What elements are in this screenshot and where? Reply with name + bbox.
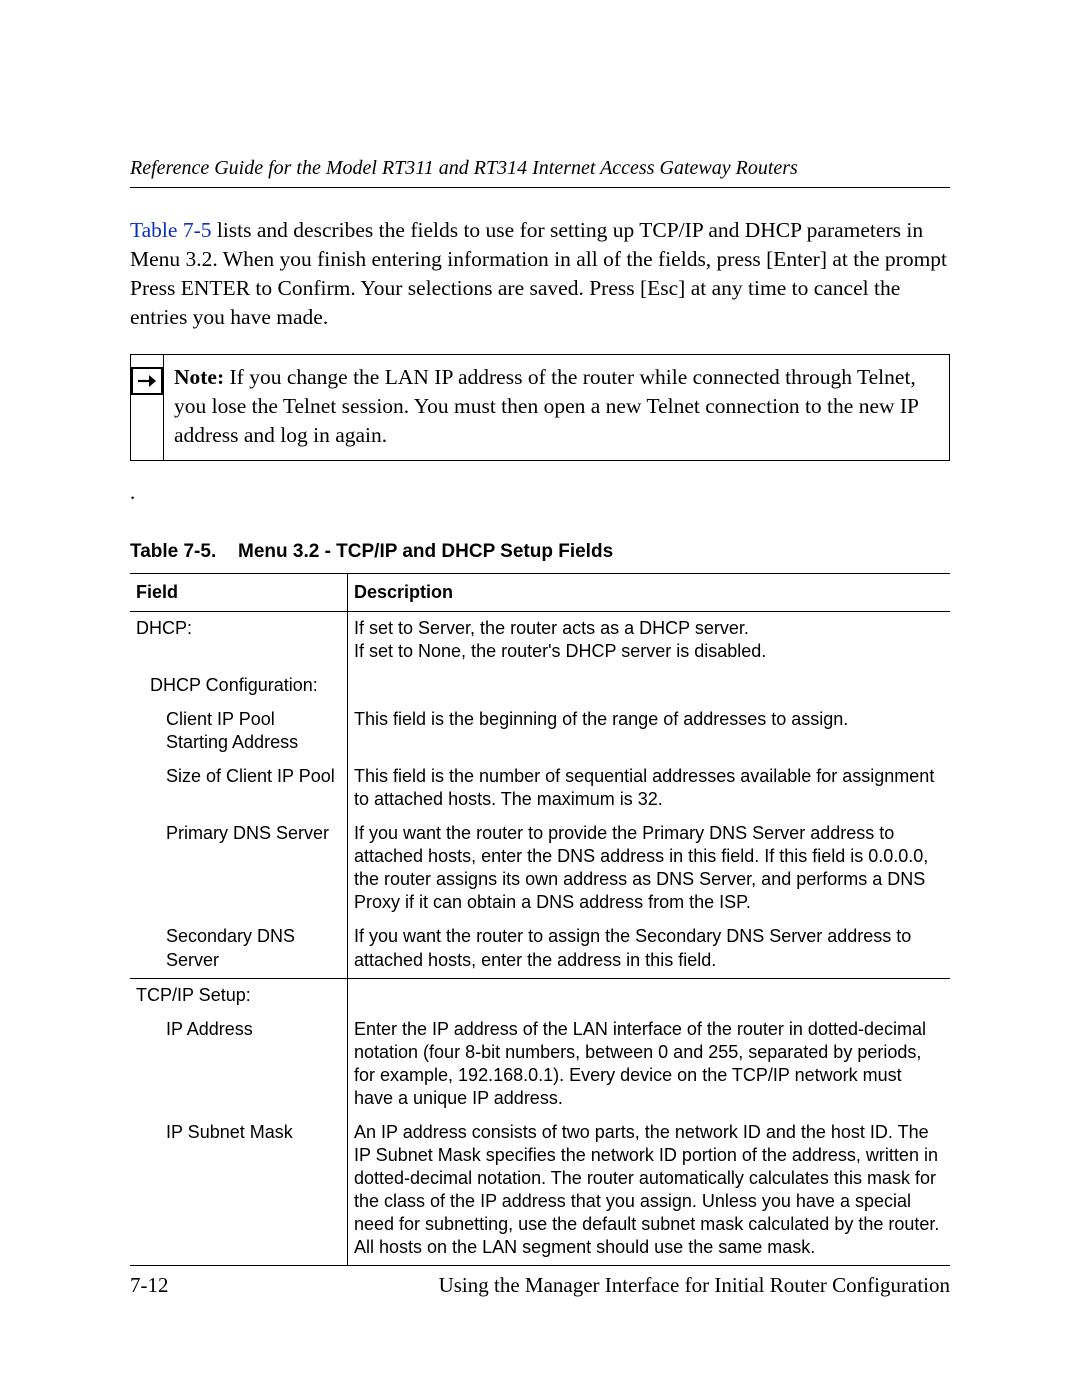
field-name: DHCP Configuration: [136,674,341,697]
description-cell: This field is the beginning of the range… [348,703,951,760]
table-row: IP Address Enter the IP address of the LA… [130,1013,950,1116]
description-cell: If you want the router to assign the Sec… [348,920,951,978]
page-number: 7-12 [130,1272,169,1299]
note-text: Note: If you change the LAN IP address o… [164,355,949,460]
description-cell [348,978,951,1013]
table-row: Client IP Pool Starting AddressThis fiel… [130,703,950,760]
description-cell: An IP address consists of two parts, the… [348,1116,951,1265]
note-label: Note: [174,365,224,389]
table-caption-title: Menu 3.2 - TCP/IP and DHCP Setup Fields [238,541,613,562]
table-caption: Table 7-5.Menu 3.2 - TCP/IP and DHCP Set… [130,540,950,565]
table-row: Secondary DNS ServerIf you want the rout… [130,920,950,978]
table-row: IP Subnet Mask An IP address consists of … [130,1116,950,1265]
field-cell: Primary DNS Server [130,817,348,920]
table-row: TCP/IP Setup: [130,978,950,1013]
intro-text: lists and describes the fields to use fo… [130,218,947,329]
field-cell: Size of Client IP Pool [130,760,348,817]
field-cell: IP Subnet Mask [130,1116,348,1265]
page-footer: 7-12 Using the Manager Interface for Ini… [130,1265,950,1299]
field-cell: IP Address [130,1013,348,1116]
th-field: Field [130,574,348,612]
table-caption-number: Table 7-5. [130,540,238,565]
field-cell: DHCP Configuration: [130,669,348,703]
fields-table: Field Description DHCP: If set to Server,… [130,573,950,1265]
arrow-right-icon [131,367,163,395]
table-row: Size of Client IP Pool This field is the … [130,760,950,817]
footer-section-title: Using the Manager Interface for Initial … [439,1272,950,1299]
field-cell: DHCP: [130,612,348,670]
field-name: DHCP: [136,618,192,638]
field-name: Client IP Pool Starting Address [136,708,341,754]
field-name: Primary DNS Server [136,822,341,845]
field-name: Size of Client IP Pool [136,765,341,788]
field-cell: Secondary DNS Server [130,920,348,978]
description-cell: If you want the router to provide the Pr… [348,817,951,920]
field-name: IP Subnet Mask [136,1121,341,1144]
table-header-row: Field Description [130,574,950,612]
note-icon-cell [131,355,164,460]
table-row: DHCP: If set to Server, the router acts a… [130,612,950,670]
note-body: If you change the LAN IP address of the … [174,365,918,447]
th-description: Description [348,574,951,612]
field-name: Secondary DNS Server [136,925,341,971]
table-row: Primary DNS Server If you want the router… [130,817,950,920]
description-cell: Enter the IP address of the LAN interfac… [348,1013,951,1116]
field-name: TCP/IP Setup: [136,985,251,1005]
intro-paragraph: Table 7-5 lists and describes the fields… [130,216,950,332]
field-cell: TCP/IP Setup: [130,978,348,1013]
page: Reference Guide for the Model RT311 and … [0,0,1080,1397]
table-row: DHCP Configuration: [130,669,950,703]
stray-dot: . [130,479,950,506]
field-name: IP Address [136,1018,341,1041]
field-cell: Client IP Pool Starting Address [130,703,348,760]
description-cell: If set to Server, the router acts as a D… [348,612,951,670]
running-header: Reference Guide for the Model RT311 and … [130,155,950,188]
description-cell: This field is the number of sequential a… [348,760,951,817]
note-box: Note: If you change the LAN IP address o… [130,354,950,461]
description-cell [348,669,951,703]
table-reference-link[interactable]: Table 7-5 [130,218,211,242]
table-body: DHCP: If set to Server, the router acts a… [130,612,950,1265]
